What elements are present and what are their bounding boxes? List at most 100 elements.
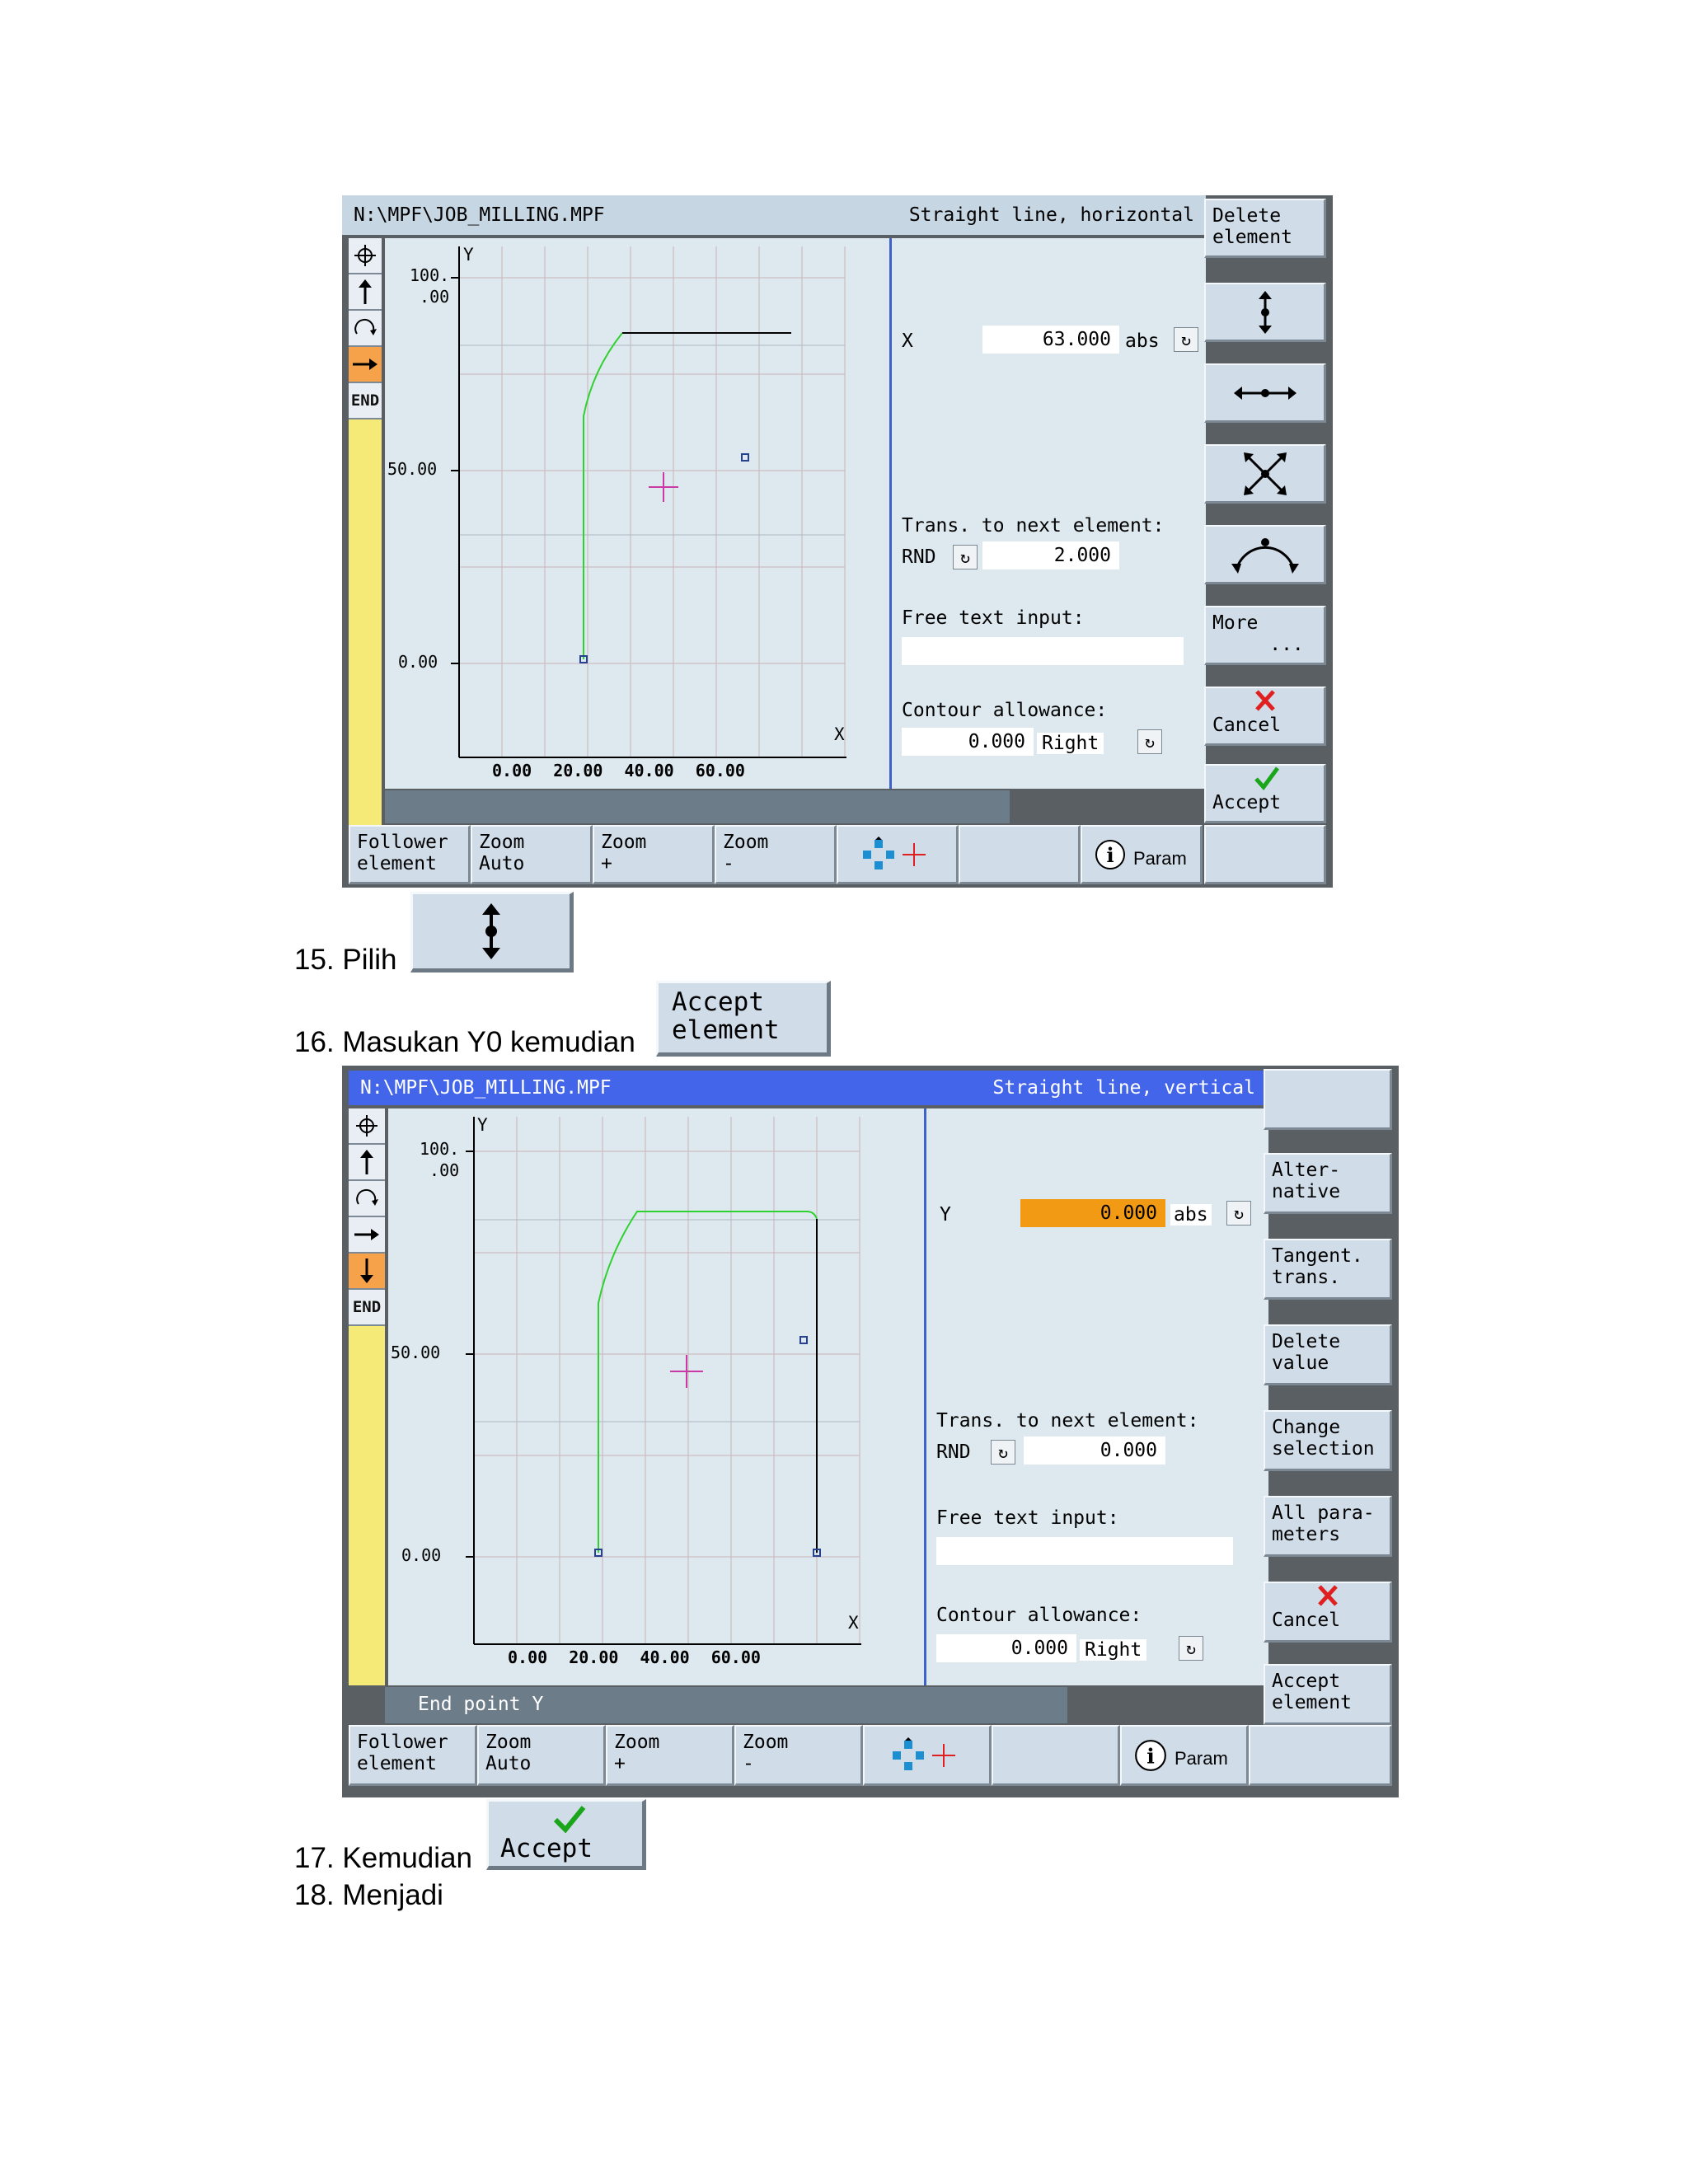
horizontal-line-button[interactable] xyxy=(1204,363,1326,423)
y-tick-0: 0.00 xyxy=(401,1545,442,1565)
delete-value-button[interactable]: Delete value xyxy=(1264,1324,1392,1385)
arrow-right-tool-icon[interactable] xyxy=(349,347,382,383)
vertical-line-icon xyxy=(1258,290,1272,334)
mode-title: Straight line, vertical xyxy=(992,1077,1256,1099)
contour-plot: Y X 100. .00 50.00 0.00 0.00 20.00 40.00… xyxy=(385,238,931,789)
zoom-auto-button[interactable]: Zoom Auto xyxy=(477,1725,606,1786)
blank-softkey-right[interactable] xyxy=(1249,1725,1392,1786)
end-tool[interactable]: END xyxy=(349,383,382,419)
step-16-text: 16. Masukan Y0 kemudian xyxy=(294,1026,635,1058)
accept-element-button[interactable]: Accept element xyxy=(1264,1664,1392,1725)
free-text-field[interactable] xyxy=(936,1537,1233,1565)
y-axis-label: Y xyxy=(463,245,474,265)
step-15-text: 15. Pilih xyxy=(294,944,397,976)
end-tool[interactable]: END xyxy=(349,1290,385,1326)
zoom-out-button[interactable]: Zoom - xyxy=(715,825,837,884)
arrow-right-tool-icon[interactable] xyxy=(349,1217,385,1254)
diagonal-line-button[interactable] xyxy=(1204,444,1326,504)
y-axis-label: Y xyxy=(477,1115,488,1135)
arc-tool-icon[interactable] xyxy=(349,1181,385,1217)
x-toggle-icon[interactable]: ↻ xyxy=(1174,327,1198,352)
accept-check-icon xyxy=(1254,766,1280,795)
y-tick-50: 50.00 xyxy=(391,1343,441,1362)
trans-value-field[interactable]: 2.000 xyxy=(982,541,1119,569)
step-17-text: 17. Kemudian xyxy=(294,1842,472,1874)
x-ticks: 0.00 20.00 40.00 60.00 xyxy=(508,1647,761,1667)
follower-element-button[interactable]: Follower element xyxy=(349,1725,477,1786)
accept-element-button-image: Accept element xyxy=(656,981,831,1057)
x-unit: abs xyxy=(1125,330,1160,352)
blank-softkey[interactable] xyxy=(992,1725,1120,1786)
arc-tool-icon[interactable] xyxy=(349,311,382,347)
cnc-screen-2: N:\MPF\JOB_MILLING.MPF Straight line, ve… xyxy=(342,1066,1399,1797)
follower-element-button[interactable]: Follower element xyxy=(349,825,471,884)
y-tick-100: 100. .00 xyxy=(410,265,450,307)
arrow-up-tool-icon[interactable] xyxy=(349,274,382,311)
all-parameters-button[interactable]: All para- meters xyxy=(1264,1496,1392,1557)
allowance-toggle-icon[interactable]: ↻ xyxy=(1179,1636,1203,1661)
free-text-label: Free text input: xyxy=(936,1507,1119,1529)
y-value-field[interactable]: 0.000 xyxy=(1020,1199,1165,1227)
x-label: X xyxy=(902,330,913,352)
trans-toggle-icon[interactable]: ↻ xyxy=(953,545,978,569)
param-button[interactable]: i Param xyxy=(1120,1725,1249,1786)
svg-text:i: i xyxy=(1146,1743,1155,1768)
pan-button[interactable] xyxy=(837,825,959,884)
blank-top-softkey[interactable] xyxy=(1264,1069,1392,1130)
arrow-up-tool-icon[interactable] xyxy=(349,1145,385,1181)
horizontal-line-icon xyxy=(1233,386,1296,400)
circle-button[interactable] xyxy=(1204,525,1326,584)
param-button[interactable]: i Param xyxy=(1081,825,1203,884)
tool-strip: END xyxy=(349,1108,385,1685)
zoom-out-button[interactable]: Zoom - xyxy=(734,1725,863,1786)
info-icon: i xyxy=(1094,838,1127,876)
pan-arrows-icon xyxy=(892,1736,955,1770)
cancel-button[interactable]: Cancel xyxy=(1264,1582,1392,1643)
zoom-in-button[interactable]: Zoom + xyxy=(606,1725,734,1786)
blank-softkey-right[interactable] xyxy=(1204,825,1326,884)
vertical-line-icon xyxy=(482,903,500,959)
alternative-button[interactable]: Alter- native xyxy=(1264,1153,1392,1214)
arrow-down-tool-icon[interactable] xyxy=(349,1254,385,1290)
trans-type: RND xyxy=(936,1441,971,1463)
input-panel: X 63.000 abs ↻ Trans. to next element: R… xyxy=(889,238,1206,789)
y-tick-50: 50.00 xyxy=(387,459,438,479)
program-path: N:\MPF\JOB_MILLING.MPF xyxy=(360,1077,612,1099)
trans-toggle-icon[interactable]: ↻ xyxy=(991,1440,1015,1465)
trans-value-field[interactable]: 0.000 xyxy=(1024,1436,1165,1465)
arc-icon xyxy=(1231,537,1299,574)
accept-button[interactable]: Accept xyxy=(1204,764,1326,823)
zoom-auto-button[interactable]: Zoom Auto xyxy=(471,825,593,884)
allowance-field[interactable]: 0.000 xyxy=(902,728,1034,756)
trans-type: RND xyxy=(902,546,936,568)
diagonal-line-icon xyxy=(1243,452,1287,495)
mode-title: Straight line, horizontal xyxy=(908,204,1194,226)
allowance-label: Contour allowance: xyxy=(902,700,1108,721)
zoom-in-button[interactable]: Zoom + xyxy=(593,825,715,884)
allowance-side: Right xyxy=(1080,1639,1147,1661)
status-bar xyxy=(385,790,1010,823)
vertical-line-button[interactable] xyxy=(1204,283,1326,342)
vertical-line-button-image xyxy=(410,892,574,972)
cancel-button[interactable]: Cancel xyxy=(1204,687,1326,746)
accept-button-image: Accept xyxy=(486,1799,646,1870)
crosshair-tool-icon[interactable] xyxy=(349,1108,385,1145)
blank-softkey[interactable] xyxy=(959,825,1081,884)
change-selection-button[interactable]: Change selection xyxy=(1264,1410,1392,1471)
x-value-field[interactable]: 63.000 xyxy=(982,326,1119,354)
y-tick-0: 0.00 xyxy=(398,652,438,672)
delete-element-button[interactable]: Delete element xyxy=(1204,199,1326,258)
trans-label: Trans. to next element: xyxy=(902,515,1165,537)
more-button[interactable]: More ... xyxy=(1204,606,1326,665)
allowance-toggle-icon[interactable]: ↻ xyxy=(1137,729,1162,754)
step-18-text: 18. Menjadi xyxy=(294,1879,443,1911)
pan-button[interactable] xyxy=(863,1725,992,1786)
tangent-trans-button[interactable]: Tangent. trans. xyxy=(1264,1239,1392,1300)
crosshair-tool-icon[interactable] xyxy=(349,238,382,274)
allowance-field[interactable]: 0.000 xyxy=(936,1634,1076,1662)
free-text-field[interactable] xyxy=(902,637,1184,665)
title-bar: N:\MPF\JOB_MILLING.MPF Straight line, ho… xyxy=(342,195,1206,235)
input-panel: Y 0.000 abs ↻ Trans. to next element: RN… xyxy=(924,1108,1268,1685)
y-toggle-icon[interactable]: ↻ xyxy=(1226,1201,1251,1226)
contour-plot: Y X 100. .00 50.00 0.00 0.00 20.00 40.00… xyxy=(388,1108,932,1685)
